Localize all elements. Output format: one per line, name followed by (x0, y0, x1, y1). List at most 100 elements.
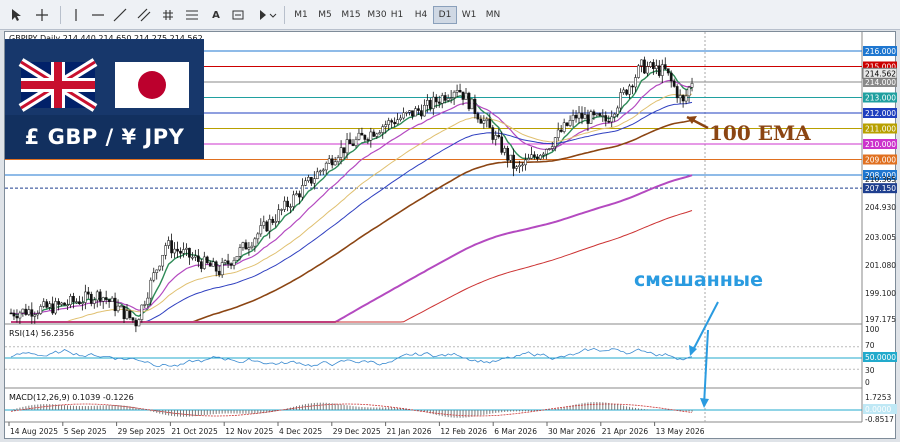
candle-body (547, 148, 551, 150)
macd-tick-0: 1.7253 (865, 393, 891, 402)
candle-body (437, 101, 441, 104)
timeframe-m1[interactable]: M1 (289, 6, 313, 24)
hash-icon[interactable] (158, 5, 178, 25)
candle-body (541, 153, 545, 156)
candle-body (509, 154, 512, 161)
candle-body (333, 161, 337, 166)
candle-body (134, 319, 138, 327)
candle-body (556, 129, 560, 138)
candle-body (336, 157, 340, 163)
mixed-annotation: смешанные (634, 269, 764, 291)
candle-body (182, 249, 185, 254)
candle-body (390, 120, 394, 123)
candle-body (86, 291, 90, 295)
candle-body (405, 112, 408, 114)
candle-body (304, 180, 307, 186)
candle-body (634, 77, 637, 88)
candle-body (660, 64, 664, 76)
candle-body (131, 317, 135, 321)
candle-body (176, 248, 179, 252)
candle-body (66, 304, 69, 306)
candle-body (393, 121, 396, 125)
candle-body (408, 110, 411, 113)
candle-body (479, 118, 483, 124)
candle-body (577, 112, 581, 119)
candle-body (420, 110, 423, 117)
macd-tick-1: 0.0000 (865, 405, 891, 414)
candle-body (440, 95, 444, 104)
vertical-line-icon[interactable] (66, 5, 86, 25)
date-label-11: 21 Apr 2026 (602, 427, 649, 436)
hline-fib-icon[interactable] (182, 5, 202, 25)
candle-body (604, 115, 608, 122)
timeframe-mn[interactable]: MN (481, 6, 505, 24)
timeframe-m15[interactable]: M15 (337, 6, 365, 24)
horizontal-line-icon[interactable] (88, 5, 108, 25)
level-label-5: 211.000 (865, 125, 896, 134)
candle-body (666, 68, 670, 74)
candle-body (327, 158, 331, 164)
candle-body (301, 185, 304, 198)
candle-body (684, 95, 688, 102)
rsi-tick-4: 0 (865, 378, 870, 387)
candle-body (646, 66, 649, 74)
date-label-4: 12 Nov 2025 (225, 427, 273, 436)
macd-tick-2: -0.8517 (865, 415, 894, 424)
timeframe-m5[interactable]: M5 (313, 6, 337, 24)
candle-body (194, 255, 197, 258)
candle-body (274, 221, 278, 223)
candle-body (640, 59, 643, 67)
candle-body (69, 296, 72, 305)
candle-body (185, 247, 188, 250)
candle-body (595, 113, 599, 116)
candle-body (220, 262, 224, 276)
candle-body (42, 301, 46, 307)
candle-body (318, 170, 322, 173)
candle-body (310, 177, 313, 184)
banner-title: £ GBP / ¥ JPY (24, 125, 185, 149)
crosshair-icon[interactable] (32, 5, 52, 25)
candle-body (208, 262, 212, 267)
text-icon[interactable]: A (206, 5, 226, 25)
candle-body (378, 132, 382, 135)
ema-260-line (11, 210, 693, 323)
candle-body (503, 147, 507, 153)
timeframe-h1[interactable]: H1 (385, 6, 409, 24)
timeframe-w1[interactable]: W1 (457, 6, 481, 24)
candle-body (592, 111, 596, 116)
toolbar: A M1 M5 M15 M30 H1 H4 D1 W1 MN (0, 0, 900, 30)
candle-body (98, 291, 102, 302)
level-label-6: 210.000 (865, 140, 896, 149)
candle-body (530, 154, 533, 159)
candle-body (616, 107, 620, 115)
candle-body (625, 89, 628, 95)
candle-body (512, 154, 515, 169)
label-icon[interactable] (228, 5, 248, 25)
candle-body (137, 319, 141, 327)
candle-body (342, 147, 346, 154)
channel-icon[interactable] (134, 5, 154, 25)
candle-body (402, 112, 405, 119)
macd-label: MACD(12,26,9) 0.1039 -0.1226 (9, 393, 134, 402)
candle-body (399, 117, 402, 121)
timeframe-d1[interactable]: D1 (433, 6, 457, 24)
candle-body (663, 64, 667, 69)
candle-body (381, 126, 385, 133)
shapes-icon[interactable] (254, 5, 280, 25)
candle-body (167, 240, 170, 246)
candle-body (473, 98, 477, 114)
date-label-0: 14 Aug 2025 (10, 427, 58, 436)
candle-body (262, 221, 266, 226)
candle-body (321, 169, 325, 172)
candle-body (553, 137, 557, 147)
candle-body (63, 302, 66, 306)
trend-line-icon[interactable] (110, 5, 130, 25)
cursor-icon[interactable] (6, 5, 26, 25)
candle-body (669, 72, 673, 82)
candle-body (113, 297, 117, 312)
timeframe-h4[interactable]: H4 (409, 6, 433, 24)
rsi-tick-0: 100 (865, 325, 880, 334)
candle-body (39, 306, 43, 314)
candle-body (672, 80, 676, 87)
candle-body (238, 247, 242, 257)
